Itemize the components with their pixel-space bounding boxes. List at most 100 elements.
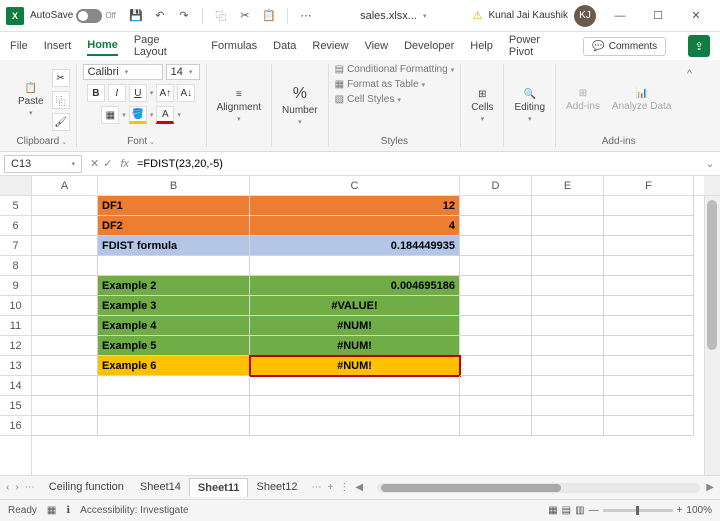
- cell-B9[interactable]: Example 2: [98, 276, 250, 296]
- addins-button[interactable]: ⊞Add-ins: [562, 86, 604, 114]
- editing-button[interactable]: 🔍Editing▾: [510, 87, 549, 125]
- menu-page-layout[interactable]: Page Layout: [134, 31, 195, 61]
- column-header-E[interactable]: E: [532, 176, 604, 195]
- hscroll-right-button[interactable]: ▶: [706, 482, 714, 493]
- cut-icon[interactable]: ✂: [237, 8, 253, 24]
- cell-A11[interactable]: [32, 316, 98, 336]
- undo-icon[interactable]: ↶: [152, 8, 168, 24]
- cell-A7[interactable]: [32, 236, 98, 256]
- menu-view[interactable]: View: [364, 37, 388, 55]
- analyze-data-button[interactable]: 📊Analyze Data: [608, 86, 675, 114]
- menu-review[interactable]: Review: [312, 37, 348, 55]
- cell-A12[interactable]: [32, 336, 98, 356]
- cell-E8[interactable]: [532, 256, 604, 276]
- accessibility-status[interactable]: Accessibility: Investigate: [80, 505, 188, 516]
- row-header-16[interactable]: 16: [0, 416, 31, 436]
- cell-C7[interactable]: 0.184449935: [250, 236, 460, 256]
- row-header-6[interactable]: 6: [0, 216, 31, 236]
- name-box[interactable]: C13▾: [4, 155, 82, 173]
- cell-styles-button[interactable]: ▨Cell Styles▾: [335, 94, 401, 105]
- cell-D12[interactable]: [460, 336, 532, 356]
- cut-button[interactable]: ✂: [52, 69, 70, 87]
- cell-D13[interactable]: [460, 356, 532, 376]
- zoom-out-button[interactable]: ―: [589, 505, 599, 516]
- cell-F12[interactable]: [604, 336, 694, 356]
- menu-formulas[interactable]: Formulas: [211, 37, 257, 55]
- macro-icon[interactable]: ▦: [47, 505, 56, 516]
- warning-icon[interactable]: ⚠: [473, 9, 483, 22]
- cell-F14[interactable]: [604, 376, 694, 396]
- cell-B16[interactable]: [98, 416, 250, 436]
- row-header-9[interactable]: 9: [0, 276, 31, 296]
- formula-input[interactable]: [133, 156, 700, 172]
- cell-D7[interactable]: [460, 236, 532, 256]
- row-header-13[interactable]: 13: [0, 356, 31, 376]
- view-page-icon[interactable]: ▤: [562, 505, 571, 516]
- paste-icon[interactable]: 📋: [261, 8, 277, 24]
- maximize-button[interactable]: ☐: [640, 2, 676, 30]
- bold-button[interactable]: B: [87, 84, 105, 102]
- cell-A9[interactable]: [32, 276, 98, 296]
- menu-developer[interactable]: Developer: [404, 37, 454, 55]
- cell-E11[interactable]: [532, 316, 604, 336]
- cell-C11[interactable]: #NUM!: [250, 316, 460, 336]
- cell-E16[interactable]: [532, 416, 604, 436]
- cell-F6[interactable]: [604, 216, 694, 236]
- cell-B7[interactable]: FDIST formula: [98, 236, 250, 256]
- cell-E7[interactable]: [532, 236, 604, 256]
- vertical-scrollbar[interactable]: [704, 196, 720, 475]
- cell-A16[interactable]: [32, 416, 98, 436]
- cell-C9[interactable]: 0.004695186: [250, 276, 460, 296]
- cell-B6[interactable]: DF2: [98, 216, 250, 236]
- cell-E13[interactable]: [532, 356, 604, 376]
- filename[interactable]: sales.xlsx...: [360, 10, 417, 22]
- column-header-F[interactable]: F: [604, 176, 694, 195]
- tab-prev-button[interactable]: ‹: [6, 482, 9, 493]
- cell-C10[interactable]: #VALUE!: [250, 296, 460, 316]
- cell-F9[interactable]: [604, 276, 694, 296]
- cell-B14[interactable]: [98, 376, 250, 396]
- tab-next-button[interactable]: ›: [15, 482, 18, 493]
- grid-body[interactable]: DF112DF24FDIST formula0.184449935Example…: [32, 196, 704, 475]
- cell-D10[interactable]: [460, 296, 532, 316]
- font-color-button[interactable]: A: [156, 106, 174, 124]
- row-header-12[interactable]: 12: [0, 336, 31, 356]
- format-as-table-button[interactable]: ▦Format as Table▾: [335, 79, 425, 90]
- menu-home[interactable]: Home: [87, 36, 118, 56]
- more-icon[interactable]: ⋯: [298, 8, 314, 24]
- cell-F15[interactable]: [604, 396, 694, 416]
- tab-divider[interactable]: ⋮: [339, 482, 349, 493]
- cell-F5[interactable]: [604, 196, 694, 216]
- cell-E10[interactable]: [532, 296, 604, 316]
- column-header-C[interactable]: C: [250, 176, 460, 195]
- horizontal-scrollbar-thumb[interactable]: [381, 484, 561, 492]
- font-increase-button[interactable]: A↑: [156, 84, 174, 102]
- cell-F13[interactable]: [604, 356, 694, 376]
- cell-E15[interactable]: [532, 396, 604, 416]
- cell-C16[interactable]: [250, 416, 460, 436]
- expand-formula-bar-button[interactable]: ⌄: [700, 157, 720, 170]
- sheet-tab-sheet11[interactable]: Sheet11: [189, 478, 249, 497]
- row-header-14[interactable]: 14: [0, 376, 31, 396]
- accept-formula-icon[interactable]: ✓: [103, 157, 112, 170]
- column-header-A[interactable]: A: [32, 176, 98, 195]
- column-header-B[interactable]: B: [98, 176, 250, 195]
- cell-E5[interactable]: [532, 196, 604, 216]
- view-normal-icon[interactable]: ▦: [548, 505, 557, 516]
- hscroll-left-button[interactable]: ◀: [355, 482, 363, 493]
- cell-F11[interactable]: [604, 316, 694, 336]
- cell-A13[interactable]: [32, 356, 98, 376]
- row-header-11[interactable]: 11: [0, 316, 31, 336]
- tab-overflow-button[interactable]: ⋯: [311, 482, 321, 493]
- ribbon-collapse-button[interactable]: ^: [681, 64, 697, 147]
- cell-D5[interactable]: [460, 196, 532, 216]
- italic-button[interactable]: I: [108, 84, 126, 102]
- cell-F7[interactable]: [604, 236, 694, 256]
- sheet-tab-sheet12[interactable]: Sheet12: [248, 478, 305, 497]
- cell-C6[interactable]: 4: [250, 216, 460, 236]
- menu-insert[interactable]: Insert: [44, 37, 72, 55]
- menu-data[interactable]: Data: [273, 37, 296, 55]
- tab-more-button[interactable]: ⋯: [25, 482, 35, 493]
- cell-B15[interactable]: [98, 396, 250, 416]
- font-name-select[interactable]: Calibri▾: [83, 64, 163, 80]
